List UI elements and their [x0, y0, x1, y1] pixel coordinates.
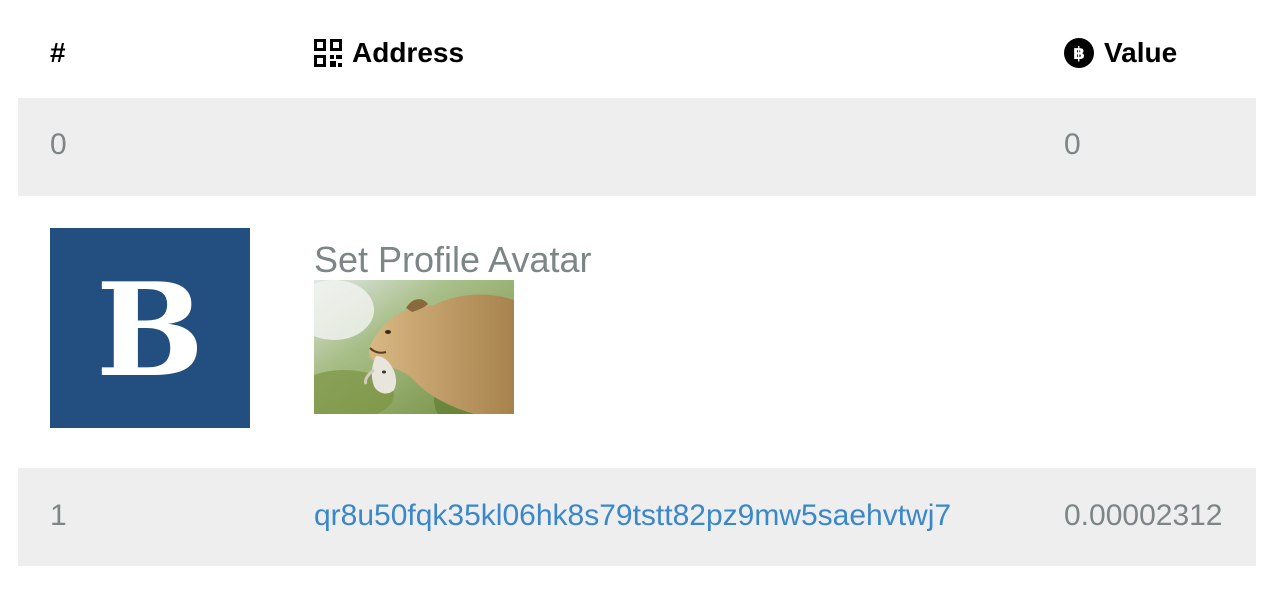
row-index: 1: [50, 499, 67, 532]
avatar-image[interactable]: [314, 280, 514, 414]
header-index-label: #: [50, 37, 66, 68]
svg-text:฿: ฿: [1073, 44, 1085, 64]
row-index: 0: [50, 128, 67, 161]
op-return-action: Set Profile Avatar: [314, 239, 592, 280]
row-value: 0.00002312: [1064, 499, 1223, 532]
header-value: ฿ Value: [1064, 36, 1177, 70]
row-value: 0: [1064, 128, 1081, 161]
header-index: #: [50, 36, 66, 70]
bitcoin-icon: ฿: [1064, 38, 1094, 68]
address-link[interactable]: qr8u50fqk35kl06hk8s79tstt82pz9mw5saehvtw…: [314, 498, 951, 534]
op-return-row: B Set Profile Avatar: [18, 196, 1256, 468]
qr-code-icon: [314, 39, 342, 67]
header-address: Address: [314, 36, 464, 70]
table-row: 1 qr8u50fqk35kl06hk8s79tstt82pz9mw5saehv…: [18, 468, 1256, 566]
table-header: # Address ฿ Value: [18, 0, 1256, 98]
table-row: 0 0: [18, 98, 1256, 196]
memo-logo: B: [50, 228, 250, 428]
header-value-label: Value: [1104, 37, 1178, 68]
memo-logo-letter: B: [95, 256, 205, 406]
transaction-outputs-table: # Address ฿ Value 0 0 B Set Profile Avat…: [18, 0, 1256, 566]
header-address-label: Address: [352, 37, 465, 68]
